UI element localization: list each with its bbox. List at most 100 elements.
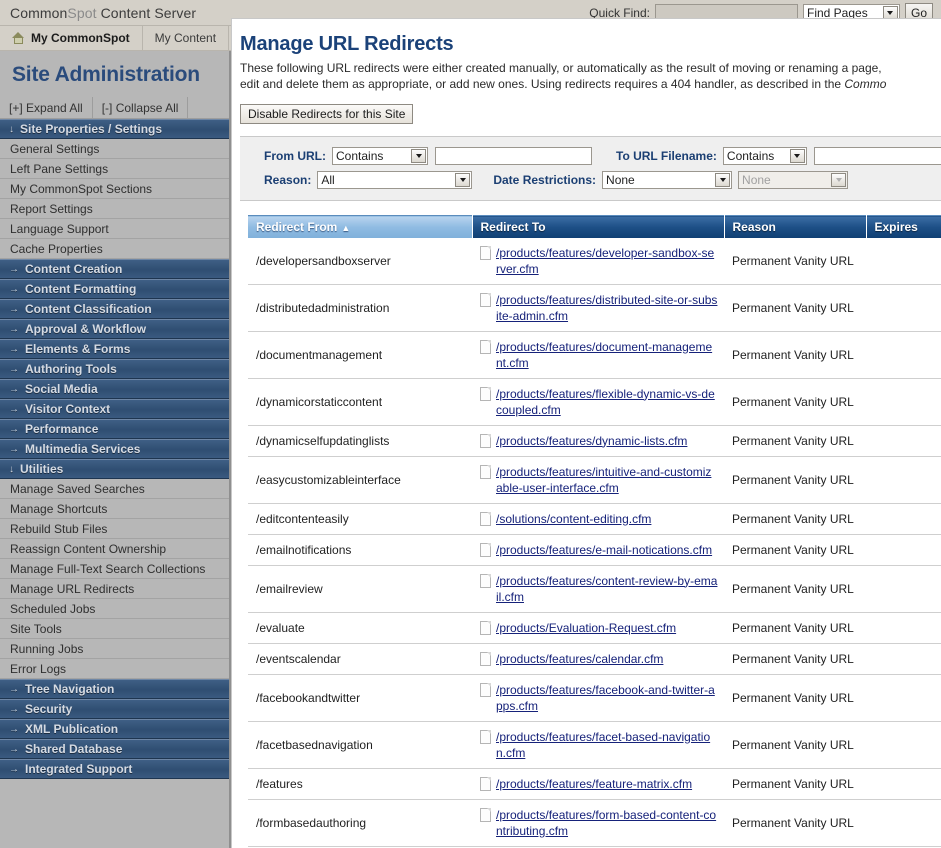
- redirect-to-link[interactable]: /products/features/feature-matrix.cfm: [496, 776, 692, 792]
- chevron-right-icon: →: [9, 703, 19, 715]
- sidebar-section-xml-publication[interactable]: → XML Publication: [0, 719, 229, 739]
- sidebar-section-authoring-tools[interactable]: → Authoring Tools: [0, 359, 229, 379]
- sidebar-item-language-support[interactable]: Language Support: [0, 219, 229, 239]
- sidebar-section-label: Security: [25, 702, 73, 716]
- sidebar-item-reassign-content-ownership[interactable]: Reassign Content Ownership: [0, 539, 229, 559]
- chevron-right-icon: →: [9, 443, 19, 455]
- sidebar-section-label: Integrated Support: [25, 762, 133, 776]
- cell-reason: Permanent Vanity URL: [724, 378, 866, 426]
- redirect-to-link[interactable]: /products/features/form-based-content-co…: [496, 807, 718, 839]
- cell-redirect-from: /dynamicorstaticcontent: [248, 378, 472, 426]
- cell-expires: [866, 768, 941, 800]
- sidebar-section-content-classification[interactable]: → Content Classification: [0, 299, 229, 319]
- document-icon: [480, 807, 491, 822]
- from-url-operator-value: Contains: [336, 149, 384, 163]
- cell-expires: [866, 456, 941, 504]
- sidebar-item-label: Language Support: [10, 221, 109, 236]
- sidebar-item-label: My CommonSpot Sections: [10, 181, 153, 196]
- cell-redirect-to: /products/features/flexible-dynamic-vs-d…: [472, 378, 724, 426]
- redirect-to-link[interactable]: /products/features/developer-sandbox-ser…: [496, 245, 718, 277]
- redirect-to-link[interactable]: /products/Evaluation-Request.cfm: [496, 620, 676, 636]
- sidebar-item-manage-saved-searches[interactable]: Manage Saved Searches: [0, 479, 229, 499]
- chevron-down-icon: [411, 149, 426, 163]
- redirect-to-link[interactable]: /products/features/flexible-dynamic-vs-d…: [496, 386, 718, 418]
- to-url-input[interactable]: [813, 147, 941, 165]
- redirect-to-link[interactable]: /products/features/content-review-by-ema…: [496, 573, 718, 605]
- redirects-table: Redirect From ▲ Redirect To Reason Expires /…: [248, 215, 941, 848]
- sidebar-section-label: Utilities: [20, 462, 64, 476]
- cell-redirect-to: /products/features/facet-based-navigatio…: [472, 721, 724, 769]
- column-header-redirect-to[interactable]: Redirect To: [472, 215, 725, 238]
- redirect-to-link[interactable]: /products/features/intuitive-and-customi…: [496, 464, 718, 496]
- sidebar-section-social-media[interactable]: → Social Media: [0, 379, 229, 399]
- sidebar-item-cache-properties[interactable]: Cache Properties: [0, 239, 229, 259]
- sidebar-section-visitor-context[interactable]: → Visitor Context: [0, 399, 229, 419]
- expand-all-button[interactable]: [+] Expand All: [0, 97, 93, 118]
- redirect-to-link[interactable]: /solutions/content-editing.cfm: [496, 511, 651, 527]
- sidebar-section-label: Tree Navigation: [25, 682, 115, 696]
- table-row: /eventscalendar/products/features/calend…: [248, 643, 941, 675]
- cell-redirect-from: /editcontenteasily: [248, 503, 472, 535]
- date-restrictions-secondary-value: None: [742, 173, 771, 187]
- column-header-expires[interactable]: Expires: [866, 215, 941, 238]
- nav-tab-my-commonspot[interactable]: My CommonSpot: [0, 26, 143, 50]
- nav-tab-my-content-label: My Content: [154, 31, 217, 45]
- from-url-input[interactable]: [435, 147, 592, 165]
- sidebar-item-report-settings[interactable]: Report Settings: [0, 199, 229, 219]
- sidebar-item-manage-url-redirects[interactable]: Manage URL Redirects: [0, 579, 229, 599]
- table-row: /evaluate/products/Evaluation-Request.cf…: [248, 612, 941, 644]
- cell-reason: Permanent Vanity URL: [724, 284, 866, 332]
- sidebar-section-site-properties-settings[interactable]: ↓ Site Properties / Settings: [0, 119, 229, 139]
- sidebar-item-my-commonspot-sections[interactable]: My CommonSpot Sections: [0, 179, 229, 199]
- sidebar-section-security[interactable]: → Security: [0, 699, 229, 719]
- table-row: /documentmanagement/products/features/do…: [248, 331, 941, 379]
- date-restrictions-select[interactable]: None: [602, 171, 733, 189]
- sidebar-section-tree-navigation[interactable]: → Tree Navigation: [0, 679, 229, 699]
- reason-select[interactable]: All: [317, 171, 473, 189]
- redirect-to-link[interactable]: /products/features/e-mail-notications.cf…: [496, 542, 712, 558]
- from-url-operator-select[interactable]: Contains: [332, 147, 428, 165]
- sidebar-section-content-formatting[interactable]: → Content Formatting: [0, 279, 229, 299]
- sidebar-section-utilities[interactable]: ↓ Utilities: [0, 459, 229, 479]
- sidebar-item-scheduled-jobs[interactable]: Scheduled Jobs: [0, 599, 229, 619]
- sidebar-item-site-tools[interactable]: Site Tools: [0, 619, 229, 639]
- cell-reason: Permanent Vanity URL: [724, 425, 866, 457]
- column-header-reason[interactable]: Reason: [724, 215, 867, 238]
- sidebar-section-performance[interactable]: → Performance: [0, 419, 229, 439]
- sidebar-item-left-pane-settings[interactable]: Left Pane Settings: [0, 159, 229, 179]
- cell-redirect-to: /products/Evaluation-Request.cfm: [472, 612, 724, 644]
- sidebar-section-elements-forms[interactable]: → Elements & Forms: [0, 339, 229, 359]
- redirect-to-link[interactable]: /products/features/document-management.c…: [496, 339, 718, 371]
- disable-redirects-button[interactable]: Disable Redirects for this Site: [240, 104, 414, 124]
- redirect-to-link[interactable]: /products/features/facebook-and-twitter-…: [496, 682, 718, 714]
- sidebar-section-multimedia-services[interactable]: → Multimedia Services: [0, 439, 229, 459]
- chevron-down-icon: ↓: [9, 123, 14, 135]
- sidebar-item-rebuild-stub-files[interactable]: Rebuild Stub Files: [0, 519, 229, 539]
- chevron-down-icon: [455, 173, 471, 187]
- sidebar-item-manage-shortcuts[interactable]: Manage Shortcuts: [0, 499, 229, 519]
- cell-redirect-to: /products/features/developer-sandbox-ser…: [472, 237, 724, 285]
- redirect-to-link[interactable]: /products/features/distributed-site-or-s…: [496, 292, 718, 324]
- redirect-to-link[interactable]: /products/features/facet-based-navigatio…: [496, 729, 718, 761]
- sidebar-item-general-settings[interactable]: General Settings: [0, 139, 229, 159]
- sidebar-section-approval-workflow[interactable]: → Approval & Workflow: [0, 319, 229, 339]
- redirect-to-link[interactable]: /products/features/calendar.cfm: [496, 651, 663, 667]
- sidebar-section-integrated-support[interactable]: → Integrated Support: [0, 759, 229, 779]
- to-url-operator-select[interactable]: Contains: [722, 147, 807, 165]
- sidebar-item-error-logs[interactable]: Error Logs: [0, 659, 229, 679]
- redirect-to-content: /products/features/facebook-and-twitter-…: [480, 682, 718, 714]
- redirect-to-link[interactable]: /products/features/dynamic-lists.cfm: [496, 433, 687, 449]
- sidebar-section-shared-database[interactable]: → Shared Database: [0, 739, 229, 759]
- column-header-redirect-from[interactable]: Redirect From ▲: [248, 215, 473, 238]
- document-icon: [480, 433, 491, 448]
- redirect-to-content: /products/features/intuitive-and-customi…: [480, 464, 718, 496]
- cell-reason: Permanent Vanity URL: [724, 799, 866, 847]
- collapse-all-button[interactable]: [-] Collapse All: [93, 97, 189, 118]
- cell-redirect-from: /distributedadministration: [248, 284, 472, 332]
- nav-tab-my-content[interactable]: My Content: [143, 26, 230, 50]
- sidebar-item-manage-full-text-search-collections[interactable]: Manage Full-Text Search Collections: [0, 559, 229, 579]
- cell-redirect-to: /products/features/content-review-by-ema…: [472, 565, 724, 613]
- sidebar-item-running-jobs[interactable]: Running Jobs: [0, 639, 229, 659]
- sidebar-section-content-creation[interactable]: → Content Creation: [0, 259, 229, 279]
- chevron-right-icon: →: [9, 763, 19, 775]
